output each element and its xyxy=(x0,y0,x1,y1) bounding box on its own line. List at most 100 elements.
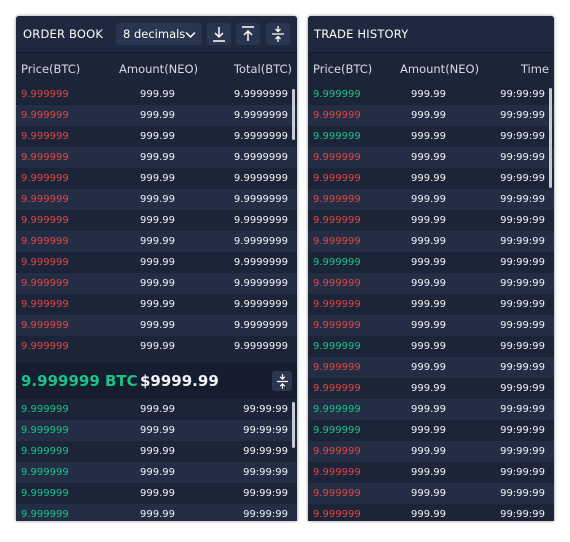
table-row[interactable]: 9.999999 999.99 99:99:99 xyxy=(16,441,297,462)
row-amount: 999.99 xyxy=(411,89,446,100)
order-book-column-header: Price(BTC) Amount(NEO) Total(BTC) xyxy=(16,52,297,85)
row-time: 99:99:99 xyxy=(500,194,545,205)
row-amount: 999.99 xyxy=(411,215,446,226)
table-row[interactable]: 9.999999 999.99 9.9999999 xyxy=(16,126,297,147)
table-row[interactable]: 9.999999 999.99 99:99:99 xyxy=(308,420,554,441)
table-row[interactable]: 9.999999 999.99 9.9999999 xyxy=(16,252,297,273)
row-price: 9.999999 xyxy=(313,173,361,184)
row-total: 9.9999999 xyxy=(233,194,288,205)
collapse-button[interactable] xyxy=(266,23,290,45)
download-button[interactable] xyxy=(207,23,231,45)
row-amount: 999.99 xyxy=(140,278,175,289)
sell-scrollbar[interactable] xyxy=(292,89,295,140)
table-row[interactable]: 9.999999 999.99 99:99:99 xyxy=(308,483,554,504)
table-row[interactable]: 9.999999 999.99 99:99:99 xyxy=(308,315,554,336)
table-row[interactable]: 9.999999 999.99 99:99:99 xyxy=(308,462,554,483)
table-row[interactable]: 9.999999 999.99 99:99:99 xyxy=(16,399,297,420)
table-row[interactable]: 9.999999 999.99 99:99:99 xyxy=(308,105,554,126)
row-price: 9.999999 xyxy=(313,341,361,352)
table-row[interactable]: 9.999999 999.99 99:99:99 xyxy=(16,420,297,441)
decimals-select[interactable]: 8 decimals xyxy=(116,23,202,45)
table-row[interactable]: 9.999999 999.99 9.9999999 xyxy=(16,336,297,357)
row-amount: 999.99 xyxy=(411,467,446,478)
row-price: 9.999999 xyxy=(21,404,69,415)
row-price: 9.999999 xyxy=(313,362,361,373)
table-row[interactable]: 9.999999 999.99 99:99:99 xyxy=(308,357,554,378)
table-row[interactable]: 9.999999 999.99 9.9999999 xyxy=(16,210,297,231)
row-time: 99:99:99 xyxy=(500,299,545,310)
row-time: 99:99:99 xyxy=(243,404,288,415)
upload-button[interactable] xyxy=(236,23,260,45)
sell-orders-list: 9.999999 999.99 9.9999999 9.999999 999.99 9.9… xyxy=(16,84,297,357)
table-row[interactable]: 9.999999 999.99 99:99:99 xyxy=(308,189,554,210)
row-amount: 999.99 xyxy=(140,425,175,436)
row-price: 9.999999 xyxy=(313,446,361,457)
row-time: 99:99:99 xyxy=(500,467,545,478)
decimals-select-value: 8 decimals xyxy=(123,27,186,41)
row-price: 9.999999 xyxy=(313,236,361,247)
row-amount: 999.99 xyxy=(411,320,446,331)
last-price: 9.999999 BTC xyxy=(21,372,138,390)
row-price: 9.999999 xyxy=(21,152,69,163)
table-row[interactable]: 9.999999 999.99 99:99:99 xyxy=(16,483,297,504)
row-time: 99:99:99 xyxy=(500,173,545,184)
table-row[interactable]: 9.999999 999.99 99:99:99 xyxy=(308,399,554,420)
row-time: 99:99:99 xyxy=(243,446,288,457)
table-row[interactable]: 9.999999 999.99 9.9999999 xyxy=(16,168,297,189)
table-row[interactable]: 9.999999 999.99 9.9999999 xyxy=(16,315,297,336)
table-row[interactable]: 9.999999 999.99 99:99:99 xyxy=(308,273,554,294)
row-total: 9.9999999 xyxy=(233,152,288,163)
table-row[interactable]: 9.999999 999.99 9.9999999 xyxy=(16,189,297,210)
expand-button[interactable] xyxy=(272,371,292,391)
row-total: 9.9999999 xyxy=(233,299,288,310)
row-amount: 999.99 xyxy=(140,257,175,268)
row-amount: 999.99 xyxy=(140,131,175,142)
row-amount: 999.99 xyxy=(140,299,175,310)
last-price-bar: 9.999999 BTC $9999.99 xyxy=(16,363,297,399)
row-time: 99:99:99 xyxy=(243,425,288,436)
row-price: 9.999999 xyxy=(21,110,69,121)
row-amount: 999.99 xyxy=(411,173,446,184)
row-total: 9.9999999 xyxy=(233,236,288,247)
row-price: 9.999999 xyxy=(21,341,69,352)
row-total: 9.9999999 xyxy=(233,278,288,289)
table-row[interactable]: 9.999999 999.99 9.9999999 xyxy=(16,84,297,105)
table-row[interactable]: 9.999999 999.99 9.9999999 xyxy=(16,294,297,315)
table-row[interactable]: 9.999999 999.99 99:99:99 xyxy=(308,252,554,273)
table-row[interactable]: 9.999999 999.99 99:99:99 xyxy=(308,168,554,189)
table-row[interactable]: 9.999999 999.99 99:99:99 xyxy=(308,126,554,147)
row-amount: 999.99 xyxy=(140,236,175,247)
order-book-title: ORDER BOOK xyxy=(23,27,104,41)
collapse-icon xyxy=(272,26,284,42)
table-row[interactable]: 9.999999 999.99 99:99:99 xyxy=(16,462,297,483)
last-price-usd: $9999.99 xyxy=(140,372,219,390)
table-row[interactable]: 9.999999 999.99 99:99:99 xyxy=(308,147,554,168)
row-price: 9.999999 xyxy=(313,278,361,289)
row-total: 9.9999999 xyxy=(233,320,288,331)
table-row[interactable]: 9.999999 999.99 9.9999999 xyxy=(16,273,297,294)
buy-scrollbar[interactable] xyxy=(292,402,295,448)
row-price: 9.999999 xyxy=(21,173,69,184)
table-row[interactable]: 9.999999 999.99 99:99:99 xyxy=(308,231,554,252)
table-row[interactable]: 9.999999 999.99 9.9999999 xyxy=(16,147,297,168)
table-row[interactable]: 9.999999 999.99 99:99:99 xyxy=(308,84,554,105)
table-row[interactable]: 9.999999 999.99 99:99:99 xyxy=(308,210,554,231)
row-amount: 999.99 xyxy=(411,278,446,289)
row-amount: 999.99 xyxy=(140,152,175,163)
table-row[interactable]: 9.999999 999.99 99:99:99 xyxy=(308,294,554,315)
row-amount: 999.99 xyxy=(411,131,446,142)
row-amount: 999.99 xyxy=(140,173,175,184)
table-row[interactable]: 9.999999 999.99 99:99:99 xyxy=(308,378,554,399)
trade-scrollbar[interactable] xyxy=(549,88,552,188)
row-total: 9.9999999 xyxy=(233,341,288,352)
row-price: 9.999999 xyxy=(21,89,69,100)
row-price: 9.999999 xyxy=(313,383,361,394)
table-row[interactable]: 9.999999 999.99 9.9999999 xyxy=(16,105,297,126)
trade-history-title: TRADE HISTORY xyxy=(314,27,409,41)
row-amount: 999.99 xyxy=(411,110,446,121)
table-row[interactable]: 9.999999 999.99 99:99:99 xyxy=(308,441,554,462)
table-row[interactable]: 9.999999 999.99 99:99:99 xyxy=(308,336,554,357)
table-row[interactable]: 9.999999 999.99 9.9999999 xyxy=(16,231,297,252)
row-amount: 999.99 xyxy=(411,236,446,247)
download-icon xyxy=(213,27,225,42)
